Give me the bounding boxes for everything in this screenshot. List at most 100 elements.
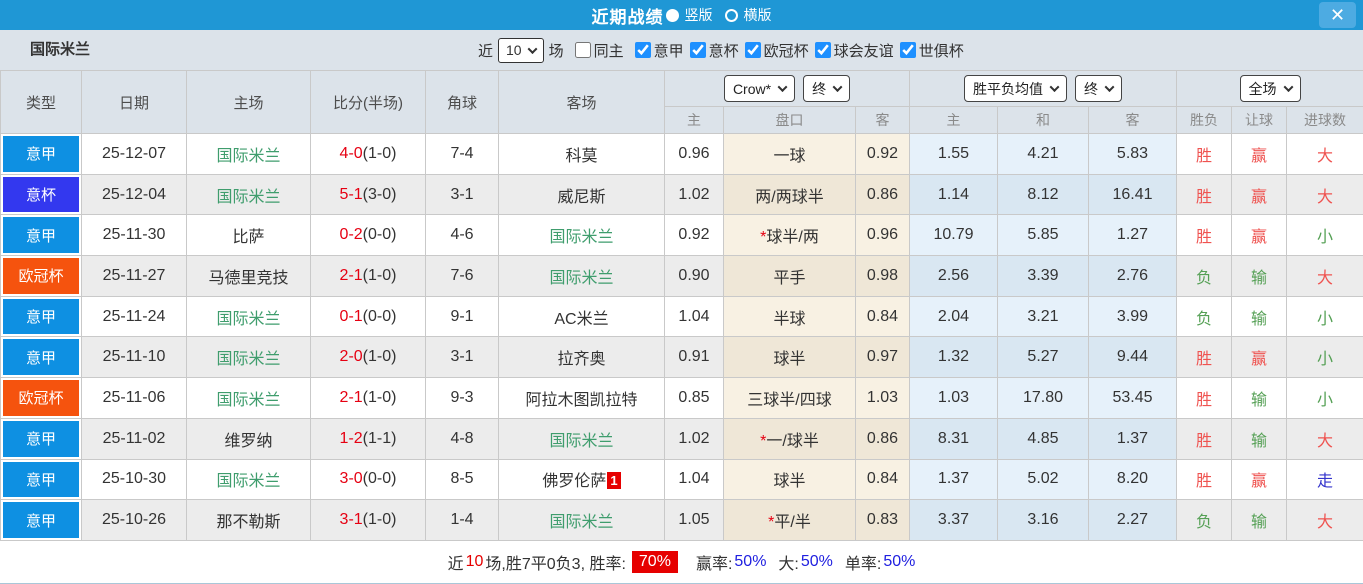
odds-home-cell: 1.32	[909, 336, 998, 379]
company-state-select[interactable]: 终	[803, 75, 851, 102]
league-filter-checkbox[interactable]	[634, 42, 651, 58]
away-team-name[interactable]: 威尼斯	[557, 189, 605, 206]
score-cell: 2-1(1-0)	[310, 377, 426, 419]
away-team-name[interactable]: 科莫	[565, 148, 597, 165]
col-header-date: 日期	[81, 70, 187, 134]
home-team[interactable]: 国际米兰	[216, 311, 280, 328]
corner-cell: 8-5	[425, 458, 499, 501]
radio-selected-icon[interactable]	[665, 8, 679, 22]
away-team-name[interactable]: 阿拉木图凯拉特	[525, 392, 637, 409]
chevron-down-icon	[1049, 82, 1060, 93]
league-filters: 意甲 意杯 欧冠杯 球会友谊 世俱杯	[629, 40, 964, 61]
goals-cell: 走	[1285, 458, 1363, 501]
same-home-checkbox[interactable]	[574, 42, 591, 58]
summary-near: 近	[447, 556, 464, 573]
league-filter-label[interactable]: 球会友谊	[834, 40, 894, 61]
score-cell: 2-1(1-0)	[310, 255, 426, 297]
match-count-select[interactable]: 10	[498, 37, 544, 63]
goals-cell: 小	[1285, 214, 1363, 257]
league-filter-label[interactable]: 欧冠杯	[764, 40, 809, 61]
home-cell: 国际米兰	[186, 295, 311, 338]
same-home-label[interactable]: 同主	[594, 40, 624, 61]
handicap-result-cell: 赢	[1231, 336, 1287, 379]
home-team[interactable]: 那不勒斯	[216, 514, 280, 531]
handicap-line: 半球	[773, 310, 806, 328]
odds-away-cell: 1.27	[1088, 214, 1177, 257]
away-cell: 国际米兰	[498, 499, 665, 541]
home-team[interactable]: 国际米兰	[216, 473, 280, 490]
league-badge[interactable]: 意甲	[3, 461, 79, 498]
handicap-line: 球半	[773, 473, 806, 491]
league-filter-checkbox[interactable]	[689, 42, 706, 58]
home-team[interactable]: 马德里竞技	[208, 270, 288, 287]
league-filter-checkbox[interactable]	[899, 42, 916, 58]
corner-cell: 4-6	[425, 214, 499, 257]
away-team-name[interactable]: AC米兰	[554, 311, 608, 328]
close-button[interactable]: ✕	[1319, 2, 1356, 28]
summary-footer: 近 10 场,胜7平0负3, 胜率: 70% 赢率: 50% 大: 50% 单率: 50%	[0, 541, 1363, 583]
league-cell: 意甲	[0, 214, 82, 257]
league-filter: 球会友谊	[809, 40, 894, 61]
home-team[interactable]: 国际米兰	[216, 148, 280, 165]
home-team[interactable]: 国际米兰	[216, 189, 280, 206]
league-badge[interactable]: 意甲	[3, 136, 79, 172]
date-cell: 25-11-10	[81, 336, 187, 379]
league-badge[interactable]: 意甲	[3, 298, 79, 335]
scope-select[interactable]: 全场	[1239, 75, 1301, 102]
market-state-select[interactable]: 终	[1075, 75, 1122, 102]
league-filter-label[interactable]: 世俱杯	[919, 40, 964, 61]
radio-horizontal-label[interactable]: 横版	[744, 5, 772, 25]
company-select[interactable]: Crow*	[723, 75, 796, 102]
title-bar: 近期战绩 竖版 横版 ✕	[0, 0, 1363, 30]
hcp-line-cell: 两/两球半	[723, 173, 856, 216]
handicap-line: 三球半/四球	[747, 391, 832, 409]
table-row: 意甲 25-11-02 维罗纳 1-2(1-1) 4-8 国际米兰 1.02 *…	[0, 417, 1363, 460]
hcp-line-cell: 一球	[723, 133, 856, 175]
radio-unselected-icon[interactable]	[724, 8, 738, 22]
home-team[interactable]: 国际米兰	[216, 392, 280, 409]
league-filter-label[interactable]: 意杯	[709, 40, 739, 61]
league-badge[interactable]: 意甲	[3, 420, 79, 457]
away-team-name[interactable]: 拉齐奥	[557, 351, 605, 368]
score-cell: 0-1(0-0)	[310, 295, 426, 338]
league-badge[interactable]: 欧冠杯	[3, 380, 79, 416]
odds-draw-cell: 5.02	[997, 458, 1089, 501]
recent-results-panel: 近期战绩 竖版 横版 ✕ 国际米兰 近 10 场 同主 意甲 意杯 欧冠杯 球会友谊世…	[0, 0, 1363, 584]
league-badge[interactable]: 意甲	[3, 502, 79, 538]
home-team[interactable]: 维罗纳	[224, 433, 272, 450]
home-team[interactable]: 国际米兰	[216, 351, 280, 368]
corner-cell: 1-4	[425, 499, 499, 541]
table-row: 意甲 25-11-24 国际米兰 0-1(0-0) 9-1 AC米兰 1.04 …	[0, 295, 1363, 338]
company-select-value: Crow*	[732, 80, 772, 97]
corner-cell: 9-3	[425, 377, 499, 419]
away-cell: 国际米兰	[498, 417, 665, 460]
hcp-home-odds-cell: 1.05	[664, 499, 724, 541]
league-filter-label[interactable]: 意甲	[654, 40, 684, 61]
away-team-name[interactable]: 国际米兰	[549, 270, 613, 287]
away-team-name[interactable]: 国际米兰	[549, 433, 613, 450]
league-badge[interactable]: 意杯	[3, 176, 79, 213]
halftime-score: (3-0)	[362, 185, 397, 203]
league-badge[interactable]: 意甲	[3, 217, 79, 254]
league-filter-checkbox[interactable]	[744, 42, 761, 58]
hcp-line-cell: *一/球半	[723, 417, 856, 460]
corner-cell: 9-1	[425, 295, 499, 338]
goals-cell: 大	[1285, 255, 1363, 297]
market-select[interactable]: 胜平负均值	[964, 75, 1067, 102]
win-rate-badge: 70%	[631, 551, 678, 573]
league-badge[interactable]: 欧冠杯	[3, 258, 79, 294]
away-cell: 拉齐奥	[498, 336, 665, 379]
away-team-name[interactable]: 国际米兰	[549, 514, 613, 531]
away-team-name[interactable]: 国际米兰	[549, 229, 613, 246]
league-badge[interactable]: 意甲	[3, 339, 79, 376]
odds-home-cell: 3.37	[909, 499, 998, 541]
radio-vertical-label[interactable]: 竖版	[685, 5, 713, 25]
odds-draw-cell: 3.39	[997, 255, 1089, 297]
league-cell: 意甲	[0, 499, 82, 541]
home-team[interactable]: 比萨	[232, 229, 264, 246]
league-filter-checkbox[interactable]	[814, 42, 831, 58]
away-team-name[interactable]: 佛罗伦萨	[542, 473, 606, 490]
handicap-line: 一球	[773, 147, 806, 165]
goals-cell: 大	[1285, 133, 1363, 175]
result-cell: 负	[1176, 499, 1232, 541]
